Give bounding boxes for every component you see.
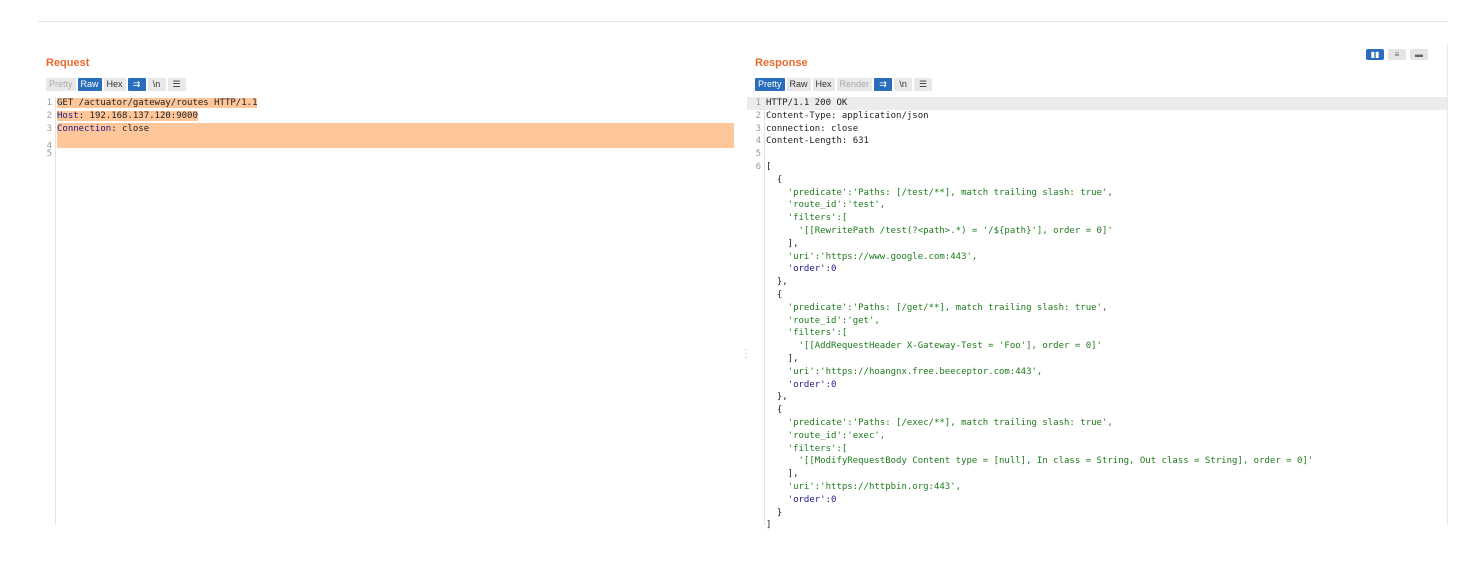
request-raw-tab[interactable]: Raw bbox=[77, 78, 102, 91]
editor-line: 'predicate':'Paths: [/get/**], match tra… bbox=[766, 302, 1108, 313]
response-title: Response bbox=[755, 57, 808, 69]
response-render-tab[interactable]: Render bbox=[836, 78, 873, 91]
wrap-lines-icon[interactable]: ⇉ bbox=[874, 78, 893, 91]
editor-line: { bbox=[766, 174, 783, 185]
editor-line: 'route_id':'get', bbox=[766, 315, 880, 326]
editor-line: 4 Content-Length: 631 bbox=[755, 136, 869, 147]
request-pane: Request Pretty Raw Hex ⇉ \n ☰ 1 GET /actu… bbox=[38, 44, 738, 525]
editor-line: { bbox=[766, 405, 783, 416]
editor-line: 'order':0 bbox=[766, 494, 837, 505]
show-newlines-button[interactable]: \n bbox=[147, 78, 166, 91]
response-editor[interactable]: 1 HTTP/1.1 200 OK 2 Content-Type: applicati… bbox=[747, 97, 1447, 530]
menu-icon[interactable]: ☰ bbox=[167, 78, 186, 91]
editor-line: 'filters':[ bbox=[766, 328, 848, 339]
editor-line: ], bbox=[766, 469, 799, 480]
editor-line: 1 HTTP/1.1 200 OK bbox=[747, 97, 1447, 110]
editor-line: 'uri':'https://www.google.com:443', bbox=[766, 251, 978, 262]
editor-line: '[[RewritePath /test(?<path>.*) = '/${pa… bbox=[766, 225, 1113, 236]
editor-line: 'route_id':'test', bbox=[766, 200, 886, 211]
editor-line: 4 bbox=[38, 135, 738, 151]
editor-line: 'order':0 bbox=[766, 264, 837, 275]
editor-line: 3 connection: close bbox=[755, 123, 859, 134]
editor-line: 'filters':[ bbox=[766, 443, 848, 454]
editor-line: 'order':0 bbox=[766, 379, 837, 390]
response-hex-tab[interactable]: Hex bbox=[812, 78, 835, 91]
editor-line: { bbox=[766, 289, 783, 300]
editor-line: 5 bbox=[755, 149, 761, 160]
show-newlines-button[interactable]: \n bbox=[894, 78, 913, 91]
menu-icon[interactable]: ☰ bbox=[914, 78, 933, 91]
editor-line: } bbox=[766, 507, 783, 518]
editor-line: 'predicate':'Paths: [/test/**], match tr… bbox=[766, 187, 1113, 198]
request-editor[interactable]: 1 GET /actuator/gateway/routes HTTP/1.1 2… bbox=[38, 97, 738, 525]
request-hex-tab[interactable]: Hex bbox=[103, 78, 126, 91]
editor-line: 2 Content-Type: application/json bbox=[755, 110, 929, 121]
wrap-lines-icon[interactable]: ⇉ bbox=[127, 78, 146, 91]
request-title: Request bbox=[46, 57, 90, 69]
editor-line: ] bbox=[766, 520, 772, 531]
editor-line: 'filters':[ bbox=[766, 213, 848, 224]
editor-line: 'uri':'https://httpbin.org:443', bbox=[766, 481, 962, 492]
editor-line: }, bbox=[766, 392, 788, 403]
editor-line: 5 bbox=[46, 149, 52, 160]
request-pretty-tab[interactable]: Pretty bbox=[46, 78, 76, 91]
editor-line: 'route_id':'exec', bbox=[766, 430, 886, 441]
message-editor-frame: ▮▮ ≡ ▬ Request Pretty Raw Hex ⇉ \n ☰ 1 GE… bbox=[38, 21, 1448, 530]
editor-line: 3 Connection: close bbox=[38, 122, 738, 136]
editor-line: 1 GET /actuator/gateway/routes HTTP/1.1 bbox=[46, 98, 258, 108]
editor-line: }, bbox=[766, 277, 788, 288]
editor-line: 6[ bbox=[755, 161, 772, 172]
editor-line: 2 Host: 192.168.137.120:9000 bbox=[46, 110, 198, 121]
request-toolbar: Pretty Raw Hex ⇉ \n ☰ bbox=[46, 78, 186, 91]
editor-line: '[[AddRequestHeader X-Gateway-Test = 'Fo… bbox=[766, 341, 1102, 352]
editor-line: ], bbox=[766, 353, 799, 364]
response-raw-tab[interactable]: Raw bbox=[786, 78, 811, 91]
editor-line: 'uri':'https://hoangnx.free.beeceptor.co… bbox=[766, 366, 1043, 377]
editor-line: 'predicate':'Paths: [/exec/**], match tr… bbox=[766, 417, 1113, 428]
response-pretty-tab[interactable]: Pretty bbox=[755, 78, 785, 91]
response-pane: Response Pretty Raw Hex Render ⇉ \n ☰ 1H… bbox=[747, 44, 1448, 530]
editor-line: ], bbox=[766, 238, 799, 249]
editor-line: '[[ModifyRequestBody Content type = [nul… bbox=[766, 456, 1314, 467]
response-toolbar: Pretty Raw Hex Render ⇉ \n ☰ bbox=[755, 78, 933, 91]
